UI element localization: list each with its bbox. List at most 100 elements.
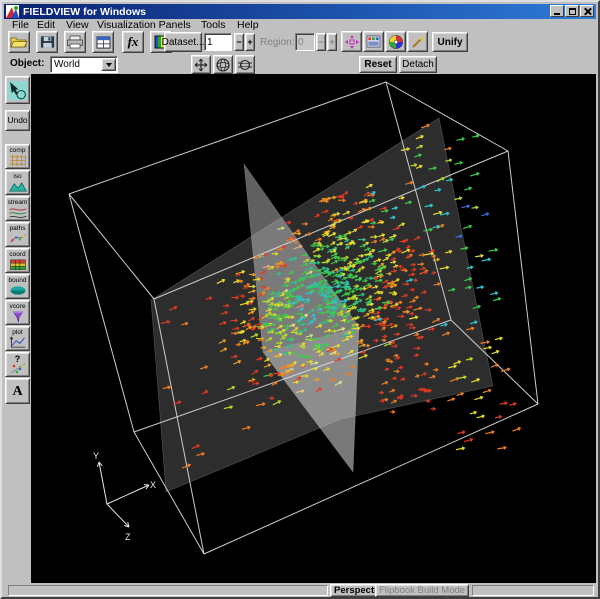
plot-chart-icon xyxy=(8,336,28,349)
palette-button[interactable] xyxy=(385,31,406,52)
globe-icon xyxy=(215,57,231,73)
object-toolbar: Object: World Reset xyxy=(4,54,596,74)
chevron-down-icon xyxy=(106,63,112,67)
probe-pick-icon xyxy=(7,80,28,101)
axis-label-x: X xyxy=(150,480,156,490)
open-folder-icon xyxy=(10,35,28,49)
object-select[interactable]: World xyxy=(50,56,118,73)
translate-arrows-icon xyxy=(193,57,209,73)
plus-icon: + xyxy=(247,37,252,47)
status-strip-left xyxy=(8,585,328,596)
region-minus-button: − xyxy=(316,33,326,51)
close-button[interactable] xyxy=(580,5,594,17)
menu-tools[interactable]: Tools xyxy=(199,19,228,31)
status-strip-right xyxy=(472,585,594,596)
axis-label-y: Y xyxy=(93,451,99,461)
axis-label-z: Z xyxy=(125,532,131,542)
wand-button[interactable] xyxy=(407,31,428,52)
fx-icon: fx xyxy=(128,34,139,50)
dataset-minus-button[interactable]: − xyxy=(234,33,244,51)
palette-icon xyxy=(388,34,404,50)
sidebar-item-iso[interactable]: iso xyxy=(5,170,30,195)
save-floppy-icon xyxy=(40,35,55,49)
object-select-value: World xyxy=(51,59,101,70)
sidebar-item-query[interactable]: ? xyxy=(5,352,30,377)
reset-button-label: Reset xyxy=(364,59,391,70)
dataset-button-label: Dataset... xyxy=(162,37,205,48)
annotation-a-label: A xyxy=(12,384,22,399)
flipbook-tab-label: Flipbook Build Mode xyxy=(379,585,465,596)
sidebar-item-boundary-surface[interactable]: bound xyxy=(5,274,30,299)
title-bar[interactable]: FIELDVIEW for Windows xyxy=(4,4,596,19)
unify-button[interactable]: Unify xyxy=(432,32,468,52)
menu-file[interactable]: File xyxy=(10,19,31,31)
unify-button-label: Unify xyxy=(438,37,463,48)
streamlines-icon xyxy=(8,206,28,219)
computational-grid-icon xyxy=(8,154,28,167)
calculator-icon xyxy=(366,35,381,48)
sidebar-item-annotation[interactable]: A xyxy=(5,378,30,404)
detach-button-label: Detach xyxy=(402,59,434,70)
render-viewport[interactable]: X Y Z xyxy=(31,74,596,583)
transform-button[interactable] xyxy=(341,31,362,52)
menu-bar: File Edit View Visualization Panels Tool… xyxy=(4,19,596,31)
save-button[interactable] xyxy=(36,31,58,53)
tool-sidebar: Undo comp iso stream paths xyxy=(4,74,31,583)
spinning-globe-icon xyxy=(237,57,253,73)
sidebar-item-vortex-cores[interactable]: vcore xyxy=(5,300,30,325)
dataset-button[interactable]: Dataset... xyxy=(164,32,202,52)
sidebar-item-streamlines[interactable]: stream xyxy=(5,196,30,221)
boundary-surface-icon xyxy=(8,284,28,297)
app-window: FIELDVIEW for Windows File Edit View Vis… xyxy=(0,0,600,599)
isosurface-icon xyxy=(8,180,28,193)
region-input xyxy=(295,33,315,51)
minus-icon: − xyxy=(236,37,241,47)
translate-mode-button[interactable] xyxy=(191,55,211,74)
region-label: Region: xyxy=(260,37,294,48)
spin-mode-button[interactable] xyxy=(235,55,255,74)
menu-help[interactable]: Help xyxy=(235,19,261,31)
window-title: FIELDVIEW for Windows xyxy=(23,6,146,18)
object-select-arrow[interactable] xyxy=(101,58,116,71)
menu-view[interactable]: View xyxy=(64,19,91,31)
plus-icon: + xyxy=(329,37,334,47)
reset-button[interactable]: Reset xyxy=(359,56,397,73)
transform-arrows-icon xyxy=(344,34,360,50)
sidebar-item-particle-paths[interactable]: paths xyxy=(5,222,30,247)
maximize-icon xyxy=(569,8,576,15)
close-icon xyxy=(583,7,591,15)
query-scatter-icon xyxy=(8,363,28,374)
minimize-button[interactable] xyxy=(550,5,564,17)
minimize-icon xyxy=(554,13,560,15)
minus-icon: − xyxy=(318,37,323,47)
panels-window-icon xyxy=(96,36,111,49)
sidebar-item-coord-surface[interactable]: coord xyxy=(5,248,30,273)
main-toolbar: fx Dataset... − + Region: − + xyxy=(4,31,596,54)
sidebar-item-plot[interactable]: plot xyxy=(5,326,30,351)
dataset-input[interactable] xyxy=(204,33,232,51)
object-label: Object: xyxy=(10,58,44,69)
print-button[interactable] xyxy=(64,31,86,53)
coordinate-surface-icon xyxy=(8,258,28,271)
region-plus-button: + xyxy=(327,33,337,51)
panels-button[interactable] xyxy=(92,31,114,53)
particle-paths-icon xyxy=(8,232,28,245)
maximize-button[interactable] xyxy=(565,5,579,17)
menu-visualization-panels[interactable]: Visualization Panels xyxy=(95,19,193,31)
undo-button: Undo xyxy=(5,110,30,131)
app-icon xyxy=(6,5,19,18)
open-button[interactable] xyxy=(8,31,30,53)
probe-tool-button[interactable] xyxy=(5,76,30,104)
render-scene[interactable]: X Y Z xyxy=(31,74,596,583)
printer-icon xyxy=(66,35,84,49)
rotate-mode-button[interactable] xyxy=(213,55,233,74)
tab-flipbook-build-mode: Flipbook Build Mode xyxy=(375,584,469,597)
sidebar-item-comp[interactable]: comp xyxy=(5,144,30,169)
function-button[interactable]: fx xyxy=(122,31,144,53)
menu-edit[interactable]: Edit xyxy=(35,19,57,31)
dataset-plus-button[interactable]: + xyxy=(245,33,255,51)
vortex-core-icon xyxy=(8,310,28,323)
calculator-button[interactable] xyxy=(363,31,384,52)
bottom-bar: Perspective Flipbook Build Mode xyxy=(4,583,596,599)
undo-label: Undo xyxy=(7,117,27,124)
